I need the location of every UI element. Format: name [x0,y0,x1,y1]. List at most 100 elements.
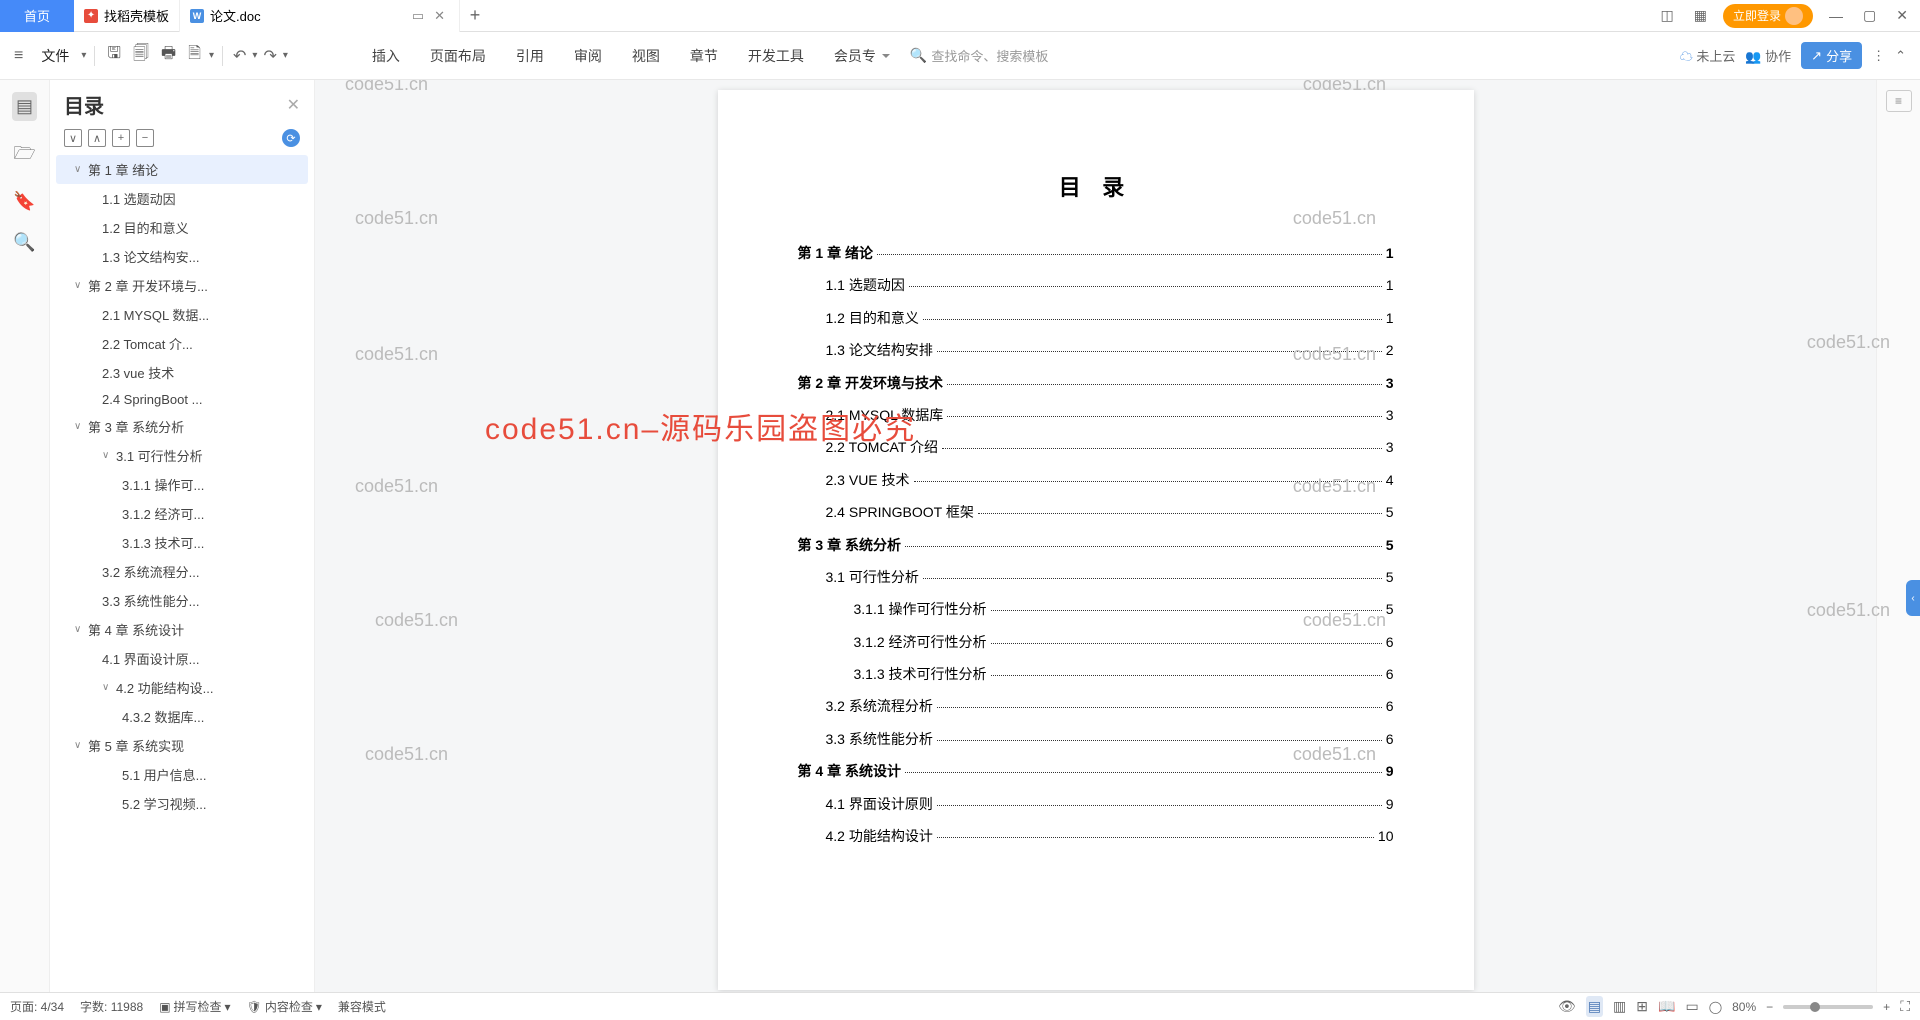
toc-dots [991,610,1382,611]
apps-icon[interactable]: ▦ [1690,7,1711,24]
outline-toggle-icon[interactable]: ▤ [12,92,37,121]
outline-item[interactable]: 5.1 用户信息... [56,760,308,789]
tab-template[interactable]: ✦ 找稻壳模板 [74,0,180,32]
collab-button[interactable]: 👥 协作 [1745,46,1791,65]
page-indicator[interactable]: 页面: 4/34 [10,998,64,1015]
web-view-icon[interactable]: ⊞ [1636,998,1648,1015]
outline-item[interactable]: ∨第 5 章 系统实现 [56,731,308,760]
bookmark-icon[interactable]: 🔖 [13,191,35,212]
collapse-all-icon[interactable]: ∨ [64,129,82,147]
menu-icon[interactable]: ≡ [8,47,29,65]
compat-mode[interactable]: 兼容模式 [338,998,386,1015]
cloud-status[interactable]: ☁ 未上云 [1680,46,1736,65]
folder-icon[interactable]: 🗁 [13,141,35,171]
outline-tree[interactable]: ∨第 1 章 绪论1.1 选题动因1.2 目的和意义1.3 论文结构安...∨第… [50,155,314,992]
outline-item[interactable]: ∨第 3 章 系统分析 [56,412,308,441]
sync-icon[interactable]: ⟳ [282,129,300,147]
close-outline-icon[interactable]: ✕ [287,95,300,115]
outline-item[interactable]: ∨4.2 功能结构设... [56,673,308,702]
save-icon[interactable]: 🖫 [103,42,125,69]
layout-icon[interactable]: ◫ [1657,7,1678,24]
search-bar[interactable]: 🔍 查找命令、搜索模板 [910,46,1676,65]
page-view-icon[interactable]: ▤ [1586,996,1603,1017]
login-button[interactable]: 立即登录 [1723,4,1813,28]
chevron-down-icon[interactable]: ∨ [74,624,88,635]
toc-page: 9 [1386,793,1394,815]
remove-level-icon[interactable]: − [136,129,154,147]
fullscreen-icon[interactable]: ⛶ [1900,998,1910,1015]
tab-reference[interactable]: 引用 [502,32,558,80]
search-panel-icon[interactable]: 🔍 [13,232,35,253]
outline-item[interactable]: ∨3.1 可行性分析 [56,441,308,470]
tab-home[interactable]: 首页 [0,0,74,32]
outline-item[interactable]: 4.3.2 数据库... [56,702,308,731]
document-viewport[interactable]: 目 录 第 1 章 绪论11.1 选题动因11.2 目的和意义11.3 论文结构… [315,80,1876,992]
zoom-slider[interactable] [1783,1005,1873,1009]
file-menu[interactable]: 文件 [33,46,77,66]
chevron-down-icon[interactable]: ∨ [74,280,88,291]
collapse-ribbon-icon[interactable]: ⌃ [1895,48,1906,64]
print-icon[interactable]: 🖶 [157,42,180,69]
outline-item[interactable]: 1.3 论文结构安... [56,242,308,271]
outline-item[interactable]: 2.4 SpringBoot ... [56,387,308,412]
zoom-level[interactable]: 80% [1732,1000,1756,1014]
outline-item[interactable]: ∨第 2 章 开发环境与... [56,271,308,300]
view-mode-icon[interactable]: ▭ [1685,998,1698,1015]
outline-item[interactable]: 3.1.2 经济可... [56,499,308,528]
tab-start[interactable]: 开始 [300,32,356,80]
expand-all-icon[interactable]: ∧ [88,129,106,147]
new-tab-button[interactable]: + [460,5,490,26]
split-view-icon[interactable]: ▭ [412,8,424,24]
tab-review[interactable]: 审阅 [560,32,616,80]
undo-icon[interactable]: ↶ [231,46,248,66]
share-button[interactable]: ↗ 分享 [1801,42,1862,69]
tab-page-layout[interactable]: 页面布局 [416,32,500,80]
add-level-icon[interactable]: + [112,129,130,147]
zoom-out-icon[interactable]: ◯ [1709,1000,1722,1014]
tab-member[interactable]: 会员专 [820,32,890,80]
outline-item[interactable]: 3.1.3 技术可... [56,528,308,557]
side-indicator[interactable]: ‹ [1906,580,1920,616]
close-tab-icon[interactable]: ✕ [430,8,449,24]
word-count[interactable]: 字数: 11988 [80,998,143,1015]
eye-icon[interactable]: 👁 [1558,998,1576,1015]
outline-item[interactable]: 2.1 MYSQL 数据... [56,300,308,329]
reading-view-icon[interactable]: 📖 [1658,998,1675,1015]
minimize-icon[interactable]: — [1825,8,1847,24]
outline-item[interactable]: 3.1.1 操作可... [56,470,308,499]
zoom-plus[interactable]: + [1883,1000,1890,1014]
outline-item[interactable]: ∨第 1 章 绪论 [56,155,308,184]
outline-item[interactable]: 5.2 学习视频... [56,789,308,818]
more-icon[interactable]: ⋮ [1872,48,1885,64]
outline-view-icon[interactable]: ▥ [1613,998,1626,1015]
maximize-icon[interactable]: ▢ [1859,7,1880,24]
close-window-icon[interactable]: ✕ [1892,7,1912,24]
preview-icon[interactable]: 🗎 [184,42,205,69]
redo-icon[interactable]: ↷ [261,46,278,66]
chevron-down-icon[interactable]: ∨ [102,682,116,693]
outline-item[interactable]: 2.3 vue 技术 [56,358,308,387]
outline-item[interactable]: 3.2 系统流程分... [56,557,308,586]
outline-item[interactable]: 2.2 Tomcat 介... [56,329,308,358]
outline-item[interactable]: ∨第 4 章 系统设计 [56,615,308,644]
chevron-down-icon[interactable]: ∨ [102,450,116,461]
chevron-down-icon[interactable]: ∨ [74,164,88,175]
zoom-minus[interactable]: − [1766,1000,1773,1014]
print-dialog-icon[interactable]: 🗐 [129,42,153,69]
spell-check[interactable]: ▣ 拼写检查 ▾ [159,998,230,1015]
outline-item[interactable]: 3.3 系统性能分... [56,586,308,615]
nav-pane-icon[interactable]: ≡ [1886,90,1912,112]
tab-chapter[interactable]: 章节 [676,32,732,80]
outline-item[interactable]: 1.1 选题动因 [56,184,308,213]
chevron-down-icon[interactable]: ∨ [74,740,88,751]
content-check[interactable]: 🛡 内容检查 ▾ [247,998,322,1015]
chevron-down-icon[interactable]: ∨ [74,421,88,432]
outline-item[interactable]: 1.2 目的和意义 [56,213,308,242]
toc-text: 第 3 章 系统分析 [798,534,901,556]
tab-view[interactable]: 视图 [618,32,674,80]
tab-document[interactable]: W 论文.doc ▭ ✕ [180,0,460,32]
separator [222,46,223,66]
tab-insert[interactable]: 插入 [358,32,414,80]
tab-devtools[interactable]: 开发工具 [734,32,818,80]
outline-item[interactable]: 4.1 界面设计原... [56,644,308,673]
